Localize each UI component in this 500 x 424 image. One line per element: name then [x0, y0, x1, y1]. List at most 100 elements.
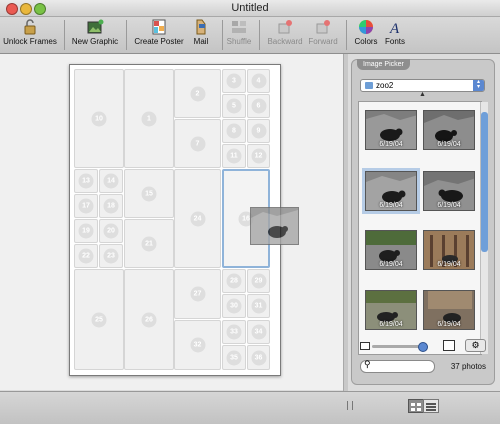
split-view-divider[interactable] — [343, 54, 348, 391]
window-title: Untitled — [231, 2, 269, 14]
backward-button[interactable]: Backward — [263, 17, 307, 46]
photo-thumbnail[interactable]: 6/19/04 — [365, 290, 417, 330]
photo-thumbnail[interactable]: 6/19/04 — [365, 230, 417, 270]
frame-cell[interactable]: 4 — [247, 69, 270, 93]
photo-thumbnail-selected[interactable]: 6/19/04 — [362, 168, 420, 214]
frame-cell[interactable]: 3 — [222, 69, 246, 93]
fonts-button[interactable]: A Fonts — [382, 17, 408, 46]
thumbnail-size-slider[interactable] — [372, 342, 428, 352]
photo-thumbnail[interactable]: 6/19/04 — [423, 171, 475, 211]
frame-cell[interactable]: 22 — [74, 244, 98, 268]
fonts-label: Fonts — [384, 37, 405, 46]
frame-cell[interactable]: 36 — [247, 345, 270, 370]
mail-button[interactable]: Mail — [189, 17, 213, 46]
bottom-bar — [0, 391, 500, 424]
frame-cell[interactable]: 35 — [222, 345, 246, 370]
toolbar-separator — [346, 20, 347, 50]
photo-thumbnail[interactable]: 6/19/04 — [423, 290, 475, 330]
frame-cell[interactable]: 5 — [222, 94, 246, 118]
frame-cell[interactable]: 27 — [174, 269, 221, 319]
frame-cell[interactable]: 7 — [174, 119, 221, 168]
svg-text:A: A — [389, 21, 400, 35]
shuffle-icon — [232, 21, 246, 33]
toolbar: Unlock Frames New Graphic Create Poster … — [0, 17, 500, 54]
photo-date: 6/19/04 — [437, 261, 461, 268]
frame-cell[interactable]: 13 — [74, 169, 98, 193]
photo-thumbnail[interactable]: 6/19/04 — [365, 110, 417, 150]
shuffle-label: Shuffle — [226, 37, 252, 46]
frame-cell[interactable]: 1 — [124, 69, 174, 168]
mail-icon — [196, 19, 206, 35]
photo-date: 6/19/04 — [379, 141, 403, 148]
photo-grid-scrollbar[interactable] — [480, 102, 488, 354]
padlock-icon — [24, 19, 36, 35]
new-graphic-label: New Graphic — [71, 37, 119, 46]
list-view-icon — [426, 403, 436, 411]
popup-arrows-icon: ▴ ▾ — [473, 79, 484, 91]
color-wheel-icon — [359, 20, 373, 34]
frame-cell[interactable]: 28 — [222, 269, 246, 293]
image-picker-panel: Image Picker zoo2 ▴ ▾ ▲ 6/19/04 6/19/04 6… — [351, 59, 495, 385]
new-graphic-icon — [87, 19, 104, 34]
title-bar: Untitled — [0, 0, 500, 17]
frame-cell[interactable]: 14 — [99, 169, 123, 193]
album-name: zoo2 — [376, 81, 394, 90]
frame-cell[interactable]: 11 — [222, 144, 246, 168]
frame-cell[interactable]: 15 — [124, 169, 174, 218]
frame-cell[interactable]: 32 — [174, 320, 221, 370]
new-graphic-button[interactable]: New Graphic — [68, 17, 122, 46]
frame-cell[interactable]: 33 — [222, 320, 246, 344]
colors-label: Colors — [354, 37, 378, 46]
slider-knob[interactable] — [418, 342, 428, 352]
frame-cell[interactable]: 20 — [99, 219, 123, 243]
frame-cell[interactable]: 17 — [74, 194, 98, 218]
frame-cell[interactable]: 24 — [174, 169, 221, 268]
create-poster-button[interactable]: Create Poster — [131, 17, 187, 46]
scrollbar-thumb[interactable] — [481, 112, 488, 252]
send-backward-icon — [278, 20, 292, 34]
search-icon: ⚲ — [364, 359, 371, 369]
image-picker-tab: Image Picker — [357, 59, 410, 70]
frame-cell[interactable]: 6 — [247, 94, 270, 118]
toolbar-separator — [259, 20, 260, 50]
frame-cell[interactable]: 10 — [74, 69, 124, 168]
create-poster-label: Create Poster — [134, 37, 184, 46]
frame-cell[interactable]: 9 — [247, 119, 270, 143]
photo-date: 6/19/04 — [437, 321, 461, 328]
frame-cell[interactable]: 26 — [124, 269, 174, 370]
frame-cell[interactable]: 23 — [99, 244, 123, 268]
grid-view-button[interactable] — [408, 399, 424, 413]
photo-count: 37 photos — [450, 362, 486, 371]
frame-cell[interactable]: 29 — [247, 269, 270, 293]
frame-cell[interactable]: 31 — [247, 294, 270, 318]
action-gear-button[interactable]: ⚙ — [465, 339, 486, 352]
photo-thumbnail[interactable]: 6/19/04 — [423, 230, 475, 270]
gear-icon: ⚙ — [471, 340, 480, 350]
photo-search-field[interactable]: ⚲ — [360, 359, 435, 373]
mail-label: Mail — [193, 37, 209, 46]
frame-cell[interactable]: 2 — [174, 69, 221, 118]
shuffle-button[interactable]: Shuffle — [225, 17, 253, 46]
photo-date: 6/19/04 — [437, 202, 461, 209]
dragged-photo[interactable] — [250, 207, 299, 245]
frame-cell[interactable]: 12 — [247, 144, 270, 168]
photo-date: 6/19/04 — [437, 141, 461, 148]
scroll-up-arrow-icon[interactable]: ▲ — [419, 91, 426, 98]
photo-thumbnail[interactable]: 6/19/04 — [423, 110, 475, 150]
frame-cell[interactable]: 18 — [99, 194, 123, 218]
frame-cell[interactable]: 21 — [124, 219, 174, 268]
resize-handle-icon[interactable] — [347, 401, 353, 410]
frame-cell[interactable]: 34 — [247, 320, 270, 344]
frame-cell[interactable]: 8 — [222, 119, 246, 143]
list-view-button[interactable] — [423, 399, 439, 413]
toolbar-separator — [64, 20, 65, 50]
photo-date: 6/19/04 — [379, 202, 403, 209]
frame-cell[interactable]: 19 — [74, 219, 98, 243]
frame-cell[interactable]: 30 — [222, 294, 246, 318]
album-icon — [365, 82, 373, 89]
frame-cell[interactable]: 25 — [74, 269, 124, 370]
colors-button[interactable]: Colors — [351, 17, 381, 46]
forward-button[interactable]: Forward — [306, 17, 340, 46]
unlock-frames-button[interactable]: Unlock Frames — [2, 17, 58, 46]
photo-grid[interactable]: 6/19/04 6/19/04 6/19/04 6/19/04 6/19/04 … — [358, 101, 482, 355]
